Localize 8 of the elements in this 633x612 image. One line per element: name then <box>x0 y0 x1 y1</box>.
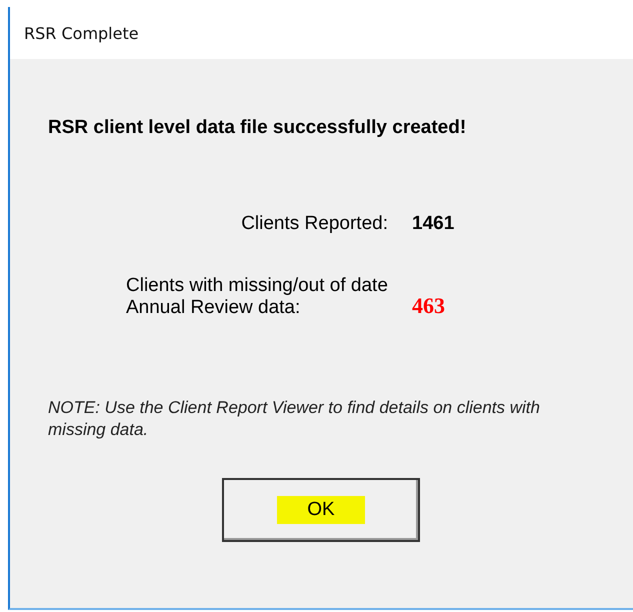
stat-label: Clients Reported: <box>241 213 388 235</box>
stat-value: 1461 <box>412 213 456 235</box>
note-text: NOTE: Use the Client Report Viewer to find details on clients with missing data. <box>48 397 541 441</box>
stat-label: Clients with missing/out of date Annual Review data: <box>126 275 388 319</box>
window-title: RSR Complete <box>24 24 139 42</box>
heading: RSR client level data file successfully created! <box>48 117 468 139</box>
stat-value: 463 <box>412 293 446 319</box>
ok-button[interactable]: OK <box>222 478 420 542</box>
